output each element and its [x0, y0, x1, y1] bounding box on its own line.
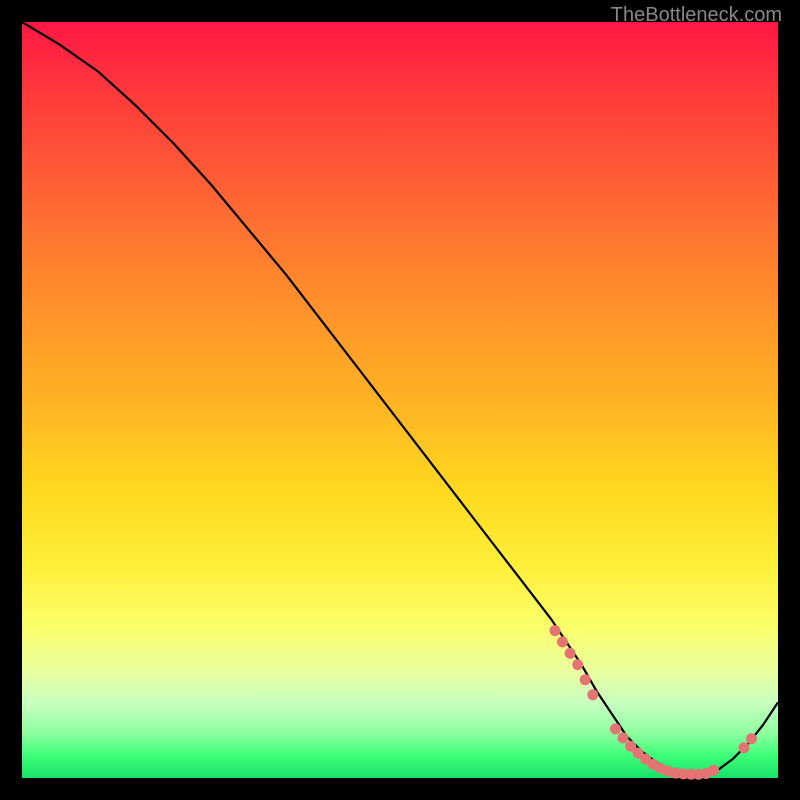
chart-marker: [572, 659, 583, 670]
watermark-text: TheBottleneck.com: [611, 4, 782, 27]
chart-marker: [550, 625, 561, 636]
chart-marker: [739, 742, 750, 753]
chart-marker: [708, 765, 719, 776]
chart-marker: [610, 723, 621, 734]
chart-svg: [22, 22, 778, 778]
chart-marker: [746, 733, 757, 744]
chart-line: [22, 22, 778, 774]
chart-marker: [580, 674, 591, 685]
chart-marker: [618, 732, 629, 743]
chart-plot-area: [22, 22, 778, 778]
chart-marker: [587, 689, 598, 700]
chart-marker: [565, 648, 576, 659]
chart-markers: [550, 625, 758, 780]
chart-marker: [557, 636, 568, 647]
